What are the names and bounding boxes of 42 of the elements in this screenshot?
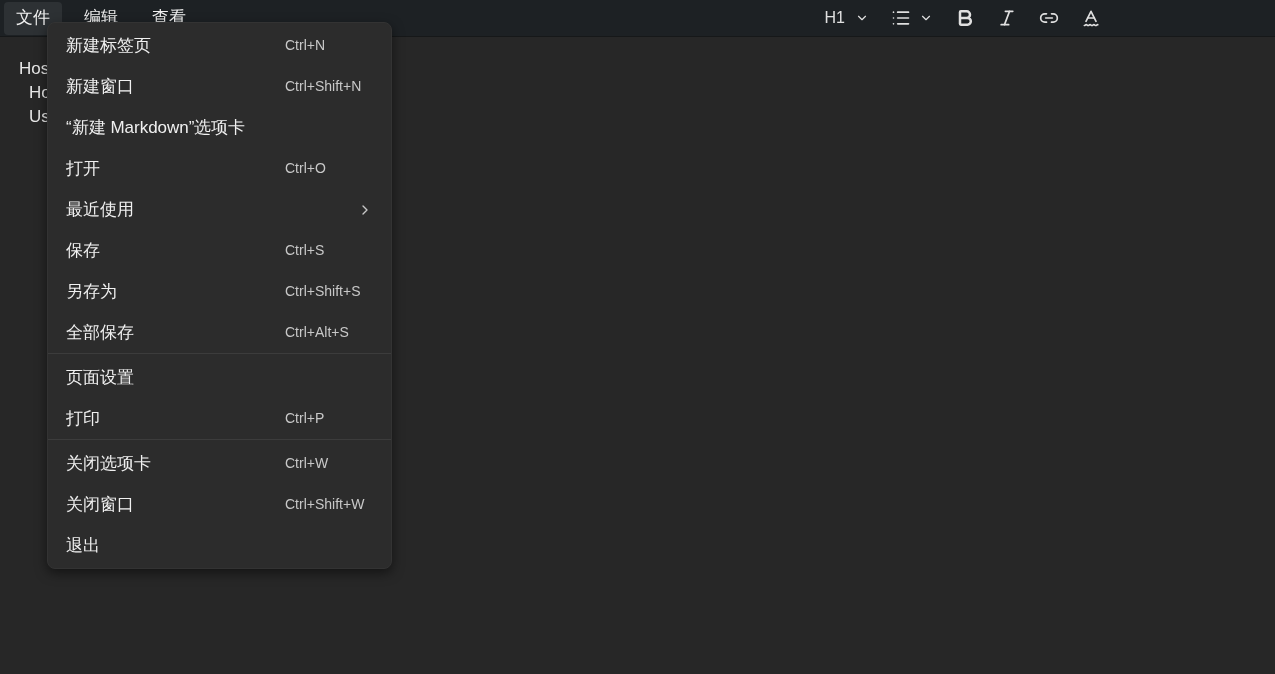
menu-item-label: 打印: [66, 407, 100, 430]
menu-item-label: 另存为: [66, 280, 117, 303]
shortcut-label: Ctrl+O: [285, 159, 327, 178]
menu-item-label: 退出: [66, 534, 100, 557]
menu-item[interactable]: 打开 Ctrl+O: [48, 148, 391, 189]
menu-item-label: 全部保存: [66, 321, 134, 344]
menu-item-label: 最近使用: [66, 198, 134, 221]
list-dropdown[interactable]: [891, 8, 933, 28]
menu-bar-item[interactable]: 文件: [4, 1, 62, 35]
menu-item[interactable]: 页面设置: [48, 357, 391, 398]
menu-item[interactable]: 新建窗口 Ctrl+Shift+N: [48, 66, 391, 107]
italic-icon: [997, 8, 1017, 28]
shortcut-label: Ctrl+W: [285, 454, 330, 473]
menu-item-label: 保存: [66, 239, 100, 262]
menu-item[interactable]: 最近使用: [48, 189, 391, 230]
menu-item[interactable]: 保存 Ctrl+S: [48, 230, 391, 271]
shortcut-label: Ctrl+S: [285, 241, 326, 260]
spellcheck-icon: [1081, 8, 1101, 28]
menu-item-label: 页面设置: [66, 366, 134, 389]
shortcut-label: Ctrl+P: [285, 409, 326, 428]
heading-dropdown[interactable]: H1: [824, 6, 869, 30]
menu-item-label: 打开: [66, 157, 100, 180]
menu-item[interactable]: 全部保存 Ctrl+Alt+S: [48, 312, 391, 353]
spellcheck-button[interactable]: [1081, 8, 1101, 28]
menu-item[interactable]: 关闭选项卡 Ctrl+W: [48, 443, 391, 484]
shortcut-label: Ctrl+Shift+N: [285, 77, 363, 96]
menu-item-label: 新建窗口: [66, 75, 134, 98]
shortcut-label: Ctrl+Shift+S: [285, 282, 362, 301]
menu-item-label: 关闭窗口: [66, 493, 134, 516]
menu-item[interactable]: “新建 Markdown”选项卡: [48, 107, 391, 148]
shortcut-label: Ctrl+N: [285, 36, 327, 55]
menu-item[interactable]: 另存为 Ctrl+Shift+S: [48, 271, 391, 312]
menu-item[interactable]: 退出: [48, 525, 391, 566]
menu-item-label: 关闭选项卡: [66, 452, 151, 475]
italic-button[interactable]: [997, 8, 1017, 28]
menu-item[interactable]: 打印 Ctrl+P: [48, 398, 391, 439]
shortcut-label: Ctrl+Shift+W: [285, 495, 366, 514]
shortcut-label: Ctrl+Alt+S: [285, 323, 350, 342]
list-icon: [891, 8, 911, 28]
menu-item[interactable]: 关闭窗口 Ctrl+Shift+W: [48, 484, 391, 525]
menu-item-label: 新建标签页: [66, 34, 151, 57]
menu-item-label: “新建 Markdown”选项卡: [66, 116, 246, 139]
